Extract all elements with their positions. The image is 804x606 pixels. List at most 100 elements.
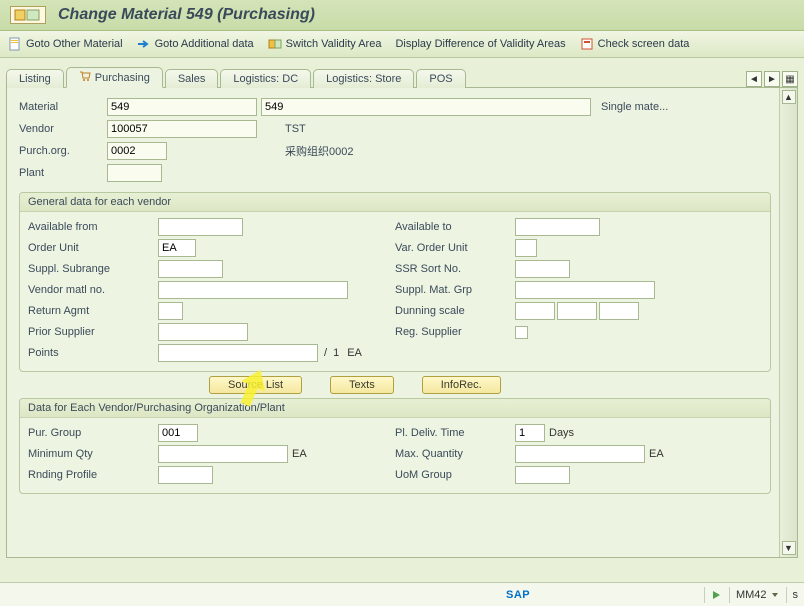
status-seg-last[interactable]: s [786, 587, 799, 603]
vendor-org-title: Data for Each Vendor/Purchasing Organiza… [20, 399, 770, 418]
material-field[interactable] [107, 98, 257, 116]
pl-deliv-label: Pl. Deliv. Time [395, 427, 515, 439]
prior-supplier-field[interactable] [158, 323, 248, 341]
reg-supplier-label: Reg. Supplier [395, 326, 515, 338]
pl-deliv-unit: Days [549, 427, 574, 439]
sap-logo: SAP [506, 589, 530, 601]
app-toolbar: Goto Other Material Goto Additional data… [0, 31, 804, 58]
scroll-track[interactable] [782, 104, 796, 541]
tab-listing[interactable]: Listing [6, 69, 64, 88]
points-qty: 1 [333, 347, 339, 359]
status-tcode[interactable]: MM42 [729, 587, 778, 603]
tab-pos[interactable]: POS [416, 69, 465, 88]
pl-deliv-field[interactable] [515, 424, 545, 442]
points-unit: EA [347, 347, 362, 359]
min-qty-field[interactable] [158, 445, 288, 463]
arrow-right-icon [137, 37, 151, 51]
rnd-profile-field[interactable] [158, 466, 213, 484]
button-row: Source List Texts InfoRec. [19, 372, 771, 398]
general-data-title: General data for each vendor [20, 193, 770, 212]
material-desc-field[interactable] [261, 98, 591, 116]
dunning-scale-label: Dunning scale [395, 305, 515, 317]
suppl-mat-grp-field[interactable] [515, 281, 655, 299]
status-play-icon[interactable] [704, 587, 721, 603]
uom-group-label: UoM Group [395, 469, 515, 481]
suppl-subrange-label: Suppl. Subrange [28, 263, 158, 275]
pur-group-label: Pur. Group [28, 427, 158, 439]
ssr-sort-field[interactable] [515, 260, 570, 278]
tab-nav: ◄ ► ▦ [746, 71, 798, 87]
page-title: Change Material 549 (Purchasing) [58, 6, 315, 24]
tab-row: Listing Purchasing Sales Logistics: DC L… [0, 58, 804, 87]
return-agmt-label: Return Agmt [28, 305, 158, 317]
pur-group-field[interactable] [158, 424, 198, 442]
content-area: Material Single mate... Vendor TST Purch… [7, 88, 779, 557]
available-from-label: Available from [28, 221, 158, 233]
tab-sales[interactable]: Sales [165, 69, 219, 88]
vendor-desc: TST [285, 123, 306, 135]
available-to-field[interactable] [515, 218, 600, 236]
min-qty-label: Minimum Qty [28, 448, 158, 460]
scroll-up-button[interactable]: ▲ [782, 90, 796, 104]
general-data-panel: General data for each vendor Available f… [19, 192, 771, 372]
max-qty-unit: EA [649, 448, 664, 460]
var-order-unit-label: Var. Order Unit [395, 242, 515, 254]
dunning-c-field[interactable] [599, 302, 639, 320]
check-screen-data-button[interactable]: Check screen data [580, 37, 690, 51]
goto-additional-data-button[interactable]: Goto Additional data [137, 37, 254, 51]
ssr-sort-label: SSR Sort No. [395, 263, 515, 275]
purchorg-label: Purch.org. [19, 145, 107, 157]
tab-next-button[interactable]: ► [764, 71, 780, 87]
plant-field[interactable] [107, 164, 162, 182]
reg-supplier-checkbox[interactable] [515, 326, 528, 339]
dunning-a-field[interactable] [515, 302, 555, 320]
available-to-label: Available to [395, 221, 515, 233]
plant-label: Plant [19, 167, 107, 179]
material-extra: Single mate... [601, 101, 668, 113]
max-qty-field[interactable] [515, 445, 645, 463]
prior-supplier-label: Prior Supplier [28, 326, 158, 338]
switch-icon [268, 37, 282, 51]
purchorg-desc: 采购组织0002 [285, 143, 353, 159]
vendor-matl-label: Vendor matl no. [28, 284, 158, 296]
tab-logistics-dc[interactable]: Logistics: DC [220, 69, 311, 88]
status-bar: SAP MM42 s [0, 582, 804, 606]
vertical-scrollbar[interactable]: ▲ ▼ [779, 88, 797, 557]
document-icon [8, 37, 22, 51]
vendor-field[interactable] [107, 120, 257, 138]
source-list-button[interactable]: Source List [209, 376, 302, 394]
max-qty-label: Max. Quantity [395, 448, 515, 460]
suppl-subrange-field[interactable] [158, 260, 223, 278]
order-unit-field[interactable] [158, 239, 196, 257]
tab-logistics-store[interactable]: Logistics: Store [313, 69, 414, 88]
points-sep: / [324, 347, 327, 359]
title-bar: Change Material 549 (Purchasing) [0, 0, 804, 31]
switch-validity-button[interactable]: Switch Validity Area [268, 37, 382, 51]
points-field[interactable] [158, 344, 318, 362]
vendor-org-panel: Data for Each Vendor/Purchasing Organiza… [19, 398, 771, 494]
chevron-down-icon [772, 593, 778, 597]
order-unit-label: Order Unit [28, 242, 158, 254]
available-from-field[interactable] [158, 218, 243, 236]
check-icon [580, 37, 594, 51]
uom-group-field[interactable] [515, 466, 570, 484]
scroll-down-button[interactable]: ▼ [782, 541, 796, 555]
cart-icon [79, 71, 91, 84]
suppl-mat-grp-label: Suppl. Mat. Grp [395, 284, 515, 296]
form-icon[interactable] [10, 6, 46, 24]
texts-button[interactable]: Texts [330, 376, 394, 394]
vendor-matl-field[interactable] [158, 281, 348, 299]
purchorg-field[interactable] [107, 142, 167, 160]
tab-prev-button[interactable]: ◄ [746, 71, 762, 87]
goto-other-material-button[interactable]: Goto Other Material [8, 37, 123, 51]
display-diff-button[interactable]: Display Difference of Validity Areas [395, 38, 565, 50]
return-agmt-field[interactable] [158, 302, 183, 320]
vendor-label: Vendor [19, 123, 107, 135]
tab-purchasing[interactable]: Purchasing [66, 67, 163, 88]
points-label: Points [28, 347, 158, 359]
min-qty-unit: EA [292, 448, 307, 460]
var-order-unit-field[interactable] [515, 239, 537, 257]
dunning-b-field[interactable] [557, 302, 597, 320]
info-rec-button[interactable]: InfoRec. [422, 376, 501, 394]
tab-list-button[interactable]: ▦ [782, 71, 798, 87]
